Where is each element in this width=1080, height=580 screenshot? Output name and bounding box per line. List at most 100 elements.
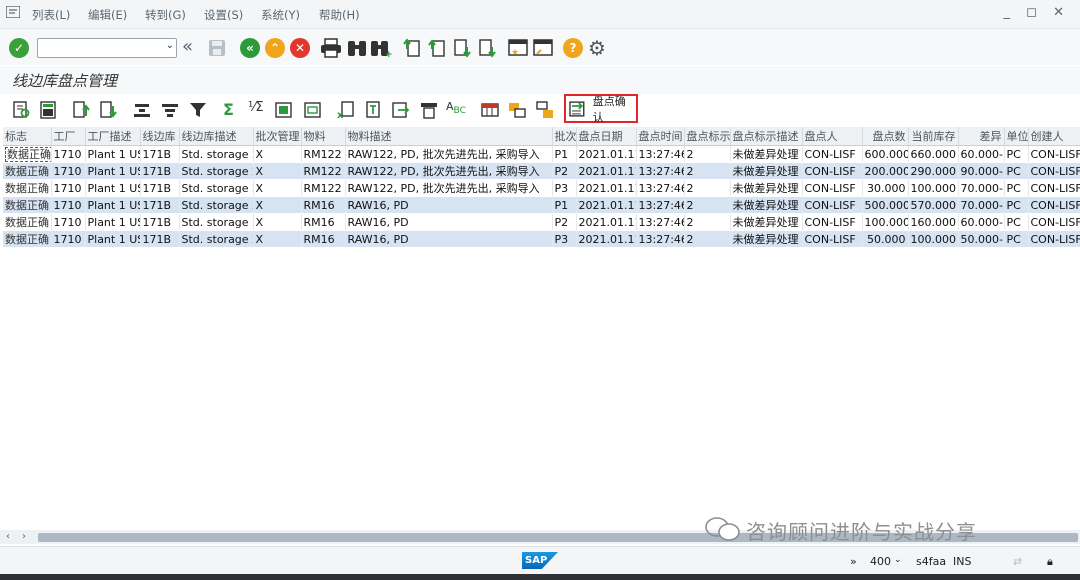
col-header-material[interactable]: 物料 [301,127,346,146]
cell-count-flag[interactable]: 2 [684,230,731,248]
find-next-icon[interactable]: + [370,38,392,58]
cell-line-store[interactable]: 171B [140,162,180,180]
first-page-icon[interactable] [402,38,422,58]
cell-difference[interactable]: 70.000- [958,196,1005,214]
cell-material-desc[interactable]: RAW16, PD [345,196,553,214]
cell-difference[interactable]: 60.000- [958,213,1005,231]
table-row[interactable]: 数据正确 1710 Plant 1 US 171B Std. storage 2 X RM1… [3,145,1080,163]
cell-flag[interactable]: 数据正确 [3,162,52,180]
col-header-count-qty[interactable]: 盘点数 [862,127,909,146]
cell-count-qty[interactable]: 50.000 [862,230,909,248]
find-icon[interactable] [346,38,368,58]
cell-flag[interactable]: 数据正确 [3,179,52,197]
cell-plant-desc[interactable]: Plant 1 US [85,145,141,163]
table-row[interactable]: 数据正确 1710 Plant 1 US 171B Std. storage 2 X RM1… [3,213,1080,231]
word-processing-icon[interactable] [364,100,384,120]
cell-creator[interactable]: CON-LISF [1028,213,1080,231]
cell-line-store-desc[interactable]: Std. storage 2 [179,213,254,231]
col-header-count-date[interactable]: 盘点日期 [576,127,637,146]
cell-count-qty[interactable]: 600.000 [862,145,909,163]
cell-batch-mgmt[interactable]: X [253,230,302,248]
cell-batch-mgmt[interactable]: X [253,145,302,163]
cell-count-time[interactable]: 13:27:46 [636,230,685,248]
table-row[interactable]: 数据正确 1710 Plant 1 US 171B Std. storage 2 X RM1… [3,230,1080,248]
cell-count-flag-desc[interactable]: 未做差异处理 [730,145,803,163]
cell-difference[interactable]: 90.000- [958,162,1005,180]
cell-counter[interactable]: CON-LISF [802,145,863,163]
col-header-plant-desc[interactable]: 工厂描述 [85,127,141,146]
cell-flag[interactable]: 数据正确 [3,213,52,231]
cell-line-store[interactable]: 171B [140,230,180,248]
total-sum-icon[interactable]: Σ [223,100,234,119]
new-session-icon[interactable]: ★ [507,38,529,58]
cell-unit[interactable]: PC [1004,196,1029,214]
cell-line-store-desc[interactable]: Std. storage 2 [179,196,254,214]
cancel-icon[interactable]: ✕ [290,38,310,58]
table-row[interactable]: 数据正确 1710 Plant 1 US 171B Std. storage 2 X RM1… [3,196,1080,214]
cell-line-store-desc[interactable]: Std. storage 2 [179,162,254,180]
scroll-left-icon[interactable]: ‹ [6,531,10,542]
excel-export-icon[interactable]: x [336,100,356,120]
cell-material[interactable]: RM16 [301,213,346,231]
last-page-icon[interactable] [477,38,497,58]
status-expand-icon[interactable]: » [850,555,857,568]
cell-creator[interactable]: CON-LISF [1028,162,1080,180]
cell-count-flag-desc[interactable]: 未做差异处理 [730,230,803,248]
cell-material-desc[interactable]: RAW122, PD, 批次先进先出, 采购导入 [345,179,553,197]
cell-count-qty[interactable]: 500.000 [862,196,909,214]
cell-line-store[interactable]: 171B [140,179,180,197]
cell-counter[interactable]: CON-LISF [802,213,863,231]
cell-plant-desc[interactable]: Plant 1 US [85,179,141,197]
select-layout-icon[interactable] [507,100,527,120]
cell-line-store[interactable]: 171B [140,213,180,231]
cell-batch[interactable]: P2 [552,162,577,180]
cell-count-date[interactable]: 2021.01.11 [576,162,637,180]
cell-plant[interactable]: 1710 [51,230,86,248]
find-next-in-table-icon[interactable] [160,100,180,120]
menu-help[interactable]: 帮助(H) [319,7,360,23]
cell-batch[interactable]: P2 [552,213,577,231]
cell-material-desc[interactable]: RAW16, PD [345,230,553,248]
cell-difference[interactable]: 70.000- [958,179,1005,197]
cell-plant-desc[interactable]: Plant 1 US [85,213,141,231]
menu-icon[interactable] [6,6,20,18]
sort-descending-icon[interactable] [98,100,118,120]
abc-analysis-icon[interactable]: ABC [446,100,466,116]
menu-edit[interactable]: 编辑(E) [88,7,127,23]
cell-plant[interactable]: 1710 [51,196,86,214]
cell-plant-desc[interactable]: Plant 1 US [85,196,141,214]
cell-batch-mgmt[interactable]: X [253,179,302,197]
menu-list[interactable]: 列表(L) [32,7,70,23]
cell-plant[interactable]: 1710 [51,179,86,197]
col-header-creator[interactable]: 创建人 [1028,127,1080,146]
change-layout-icon[interactable] [480,100,500,120]
col-header-flag[interactable]: 标志 [3,127,52,146]
col-header-line-store-desc[interactable]: 线边库描述 [179,127,254,146]
menu-goto[interactable]: 转到(G) [145,7,186,23]
print-preview-icon[interactable] [274,100,294,120]
cell-line-store[interactable]: 171B [140,145,180,163]
save-layout-icon[interactable] [535,100,555,120]
menu-settings[interactable]: 设置(S) [204,7,243,23]
find-in-table-icon[interactable] [132,100,152,120]
cell-batch[interactable]: P3 [552,230,577,248]
cell-plant[interactable]: 1710 [51,145,86,163]
cell-line-store[interactable]: 171B [140,196,180,214]
cell-count-flag[interactable]: 2 [684,196,731,214]
col-header-count-flag[interactable]: 盘点标示 [684,127,731,146]
next-page-icon[interactable] [452,38,472,58]
command-input[interactable] [38,39,164,55]
col-header-current-stock[interactable]: 当前库存 [908,127,959,146]
cell-counter[interactable]: CON-LISF [802,179,863,197]
status-insert-mode[interactable]: INS [953,555,971,568]
col-header-plant[interactable]: 工厂 [51,127,86,146]
cell-line-store-desc[interactable]: Std. storage 2 [179,179,254,197]
cell-count-time[interactable]: 13:27:46 [636,196,685,214]
cell-batch-mgmt[interactable]: X [253,213,302,231]
cell-current-stock[interactable]: 660.000 [908,145,959,163]
cell-count-flag[interactable]: 2 [684,179,731,197]
window-controls[interactable]: _ ◻ ✕ [1004,5,1070,20]
cell-count-date[interactable]: 2021.01.11 [576,230,637,248]
cell-batch-mgmt[interactable]: X [253,196,302,214]
back-icon[interactable]: « [240,38,260,58]
